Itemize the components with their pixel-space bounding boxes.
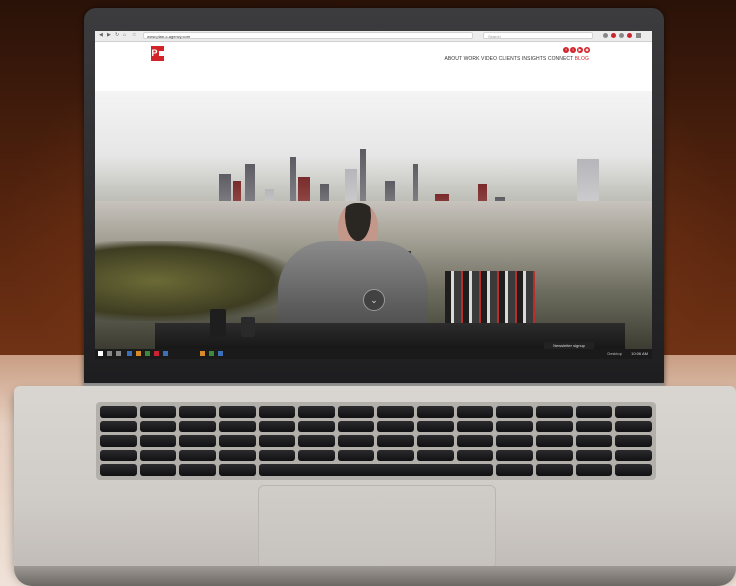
social-links: f t ▶ ◉ — [563, 47, 590, 53]
keyboard — [96, 402, 656, 480]
search-icon[interactable] — [107, 351, 112, 356]
nav-about[interactable]: ABOUT — [444, 56, 462, 62]
facebook-icon[interactable]: f — [563, 47, 569, 53]
scroll-down-icon[interactable]: ⌄ — [363, 289, 385, 311]
windows-taskbar: Desktop 10:06 AM — [95, 349, 652, 359]
taskbar-app-icon[interactable] — [127, 351, 132, 356]
newsletter-signup-button[interactable]: Newsletter signup — [544, 342, 594, 349]
nav-insights[interactable]: INSIGHTS — [522, 56, 546, 62]
extension-icon[interactable] — [611, 33, 616, 38]
taskbar-app-icon[interactable] — [200, 351, 205, 356]
tray-desktop-label[interactable]: Desktop — [607, 351, 622, 356]
bookmark-icon[interactable]: ☆ — [132, 33, 137, 38]
address-bar[interactable]: www.plan-c-agency.com — [143, 32, 473, 39]
nav-video[interactable]: VIDEO — [481, 56, 497, 62]
forward-icon[interactable]: ▶ — [107, 33, 112, 38]
sync-icon[interactable] — [619, 33, 624, 38]
pen-holder — [241, 317, 255, 337]
nav-clients[interactable]: CLIENTS — [499, 56, 521, 62]
nav-work[interactable]: WORK — [464, 56, 480, 62]
reload-icon[interactable]: ↻ — [115, 33, 120, 38]
taskbar-app-icon[interactable] — [136, 351, 141, 356]
laptop-front-edge — [14, 566, 736, 586]
search-input[interactable]: Search — [483, 32, 593, 39]
twitter-icon[interactable]: t — [570, 47, 576, 53]
home-icon[interactable]: ⌂ — [123, 33, 128, 38]
laptop-screen: ◀ ▶ ↻ ⌂ ☆ www.plan-c-agency.com Search P… — [95, 31, 652, 359]
trackpad — [258, 485, 496, 569]
taskbar-clock[interactable]: 10:06 AM — [631, 351, 648, 356]
start-icon[interactable] — [98, 351, 103, 356]
site-nav: ABOUT WORK VIDEO CLIENTS INSIGHTS CONNEC… — [444, 56, 589, 62]
taskbar-app-icon[interactable] — [163, 351, 168, 356]
youtube-icon[interactable]: ▶ — [577, 47, 583, 53]
download-icon[interactable] — [603, 33, 608, 38]
nav-connect[interactable]: CONNECT — [548, 56, 573, 62]
addon-icon[interactable] — [627, 33, 632, 38]
browser-toolbar: ◀ ▶ ↻ ⌂ ☆ www.plan-c-agency.com Search — [95, 31, 652, 42]
taskbar-app-icon[interactable] — [209, 351, 214, 356]
site-logo[interactable]: P — [151, 46, 164, 61]
task-view-icon[interactable] — [116, 351, 121, 356]
taskbar-app-icon[interactable] — [154, 351, 159, 356]
instagram-icon[interactable]: ◉ — [584, 47, 590, 53]
menu-icon[interactable] — [636, 33, 641, 38]
desk-phone — [210, 309, 226, 337]
taskbar-app-icon[interactable] — [218, 351, 223, 356]
back-icon[interactable]: ◀ — [99, 33, 104, 38]
nav-blog[interactable]: BLOG — [575, 56, 589, 62]
taskbar-app-icon[interactable] — [145, 351, 150, 356]
